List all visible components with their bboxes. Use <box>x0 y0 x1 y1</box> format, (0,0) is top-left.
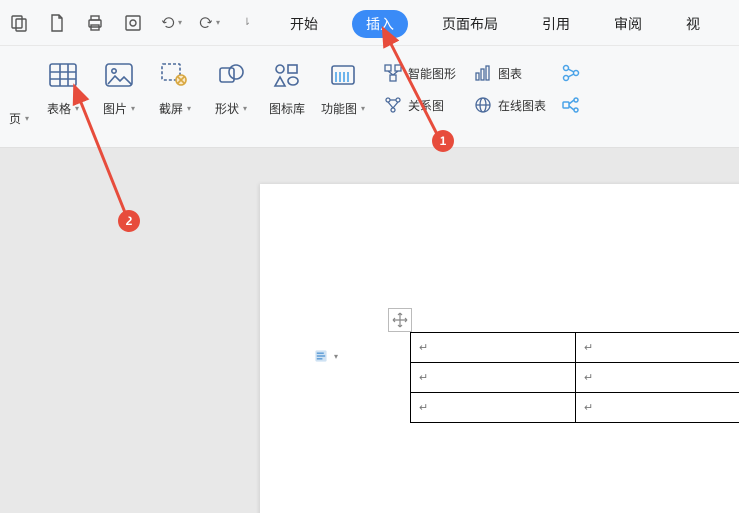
paragraph-control-icon[interactable]: ▾ <box>314 344 338 368</box>
table-cell[interactable]: ↵ <box>411 333 576 363</box>
annotation-badge-2: 2 <box>118 210 140 232</box>
smartart-icon <box>384 64 402 82</box>
flowchart-icon <box>562 64 580 82</box>
annotation-badge-1: 1 <box>432 130 454 152</box>
smartart-button[interactable]: 智能图形 <box>380 62 460 84</box>
table-cell[interactable]: ↵ <box>576 363 739 393</box>
undo-icon[interactable]: ▾ <box>160 12 182 34</box>
copy-icon[interactable] <box>8 12 30 34</box>
table-cell[interactable]: ↵ <box>576 393 739 423</box>
flowchart-button[interactable] <box>558 62 584 84</box>
relation-button[interactable]: 关系图 <box>380 94 460 116</box>
main-menu-tabs: 开始 插入 页面布局 引用 审阅 视 <box>280 10 710 38</box>
document-icon[interactable] <box>46 12 68 34</box>
picture-button[interactable]: 图片▾ <box>92 58 146 117</box>
tab-review[interactable]: 审阅 <box>604 10 652 38</box>
ribbon-insert: 页▾ 表格▾ 图片▾ 截屏▾ 形状▾ <box>0 46 739 127</box>
relation-label: 关系图 <box>408 97 444 114</box>
table-row[interactable]: ↵ ↵ <box>411 393 739 423</box>
mindmap-icon <box>562 96 580 114</box>
table-cell[interactable]: ↵ <box>576 333 739 363</box>
redo-icon[interactable]: ▾ <box>198 12 220 34</box>
shape-label: 形状 <box>215 100 239 117</box>
picture-label: 图片 <box>103 100 127 117</box>
table-row[interactable]: ↵ ↵ <box>411 363 739 393</box>
onlinechart-button[interactable]: 在线图表 <box>470 94 550 116</box>
chart-icon <box>474 64 492 82</box>
print-icon[interactable] <box>84 12 106 34</box>
onlinechart-label: 在线图表 <box>498 97 546 114</box>
document-page[interactable]: ▾ ↵ ↵ ↵ ↵ ↵ ↵ <box>260 184 739 513</box>
chart-label: 图表 <box>498 65 522 82</box>
table-label: 表格 <box>47 100 71 117</box>
table-button[interactable]: 表格▾ <box>36 58 90 117</box>
tab-layout[interactable]: 页面布局 <box>432 10 508 38</box>
table-move-handle[interactable] <box>388 308 412 332</box>
document-canvas: ▾ ↵ ↵ ↵ ↵ ↵ ↵ <box>0 148 739 513</box>
chart-button[interactable]: 图表 <box>470 62 550 84</box>
smartart-label: 智能图形 <box>408 65 456 82</box>
iconlib-button[interactable]: 图标库 <box>260 58 314 117</box>
tab-reference[interactable]: 引用 <box>532 10 580 38</box>
onlinechart-icon <box>474 96 492 114</box>
funcimg-label: 功能图 <box>321 100 357 117</box>
side-tab[interactable]: 页▾ <box>4 58 34 127</box>
preview-icon[interactable] <box>122 12 144 34</box>
iconlib-label: 图标库 <box>269 100 305 117</box>
shape-icon <box>214 58 248 92</box>
shape-button[interactable]: 形状▾ <box>204 58 258 117</box>
table-row[interactable]: ↵ ↵ <box>411 333 739 363</box>
overflow-icon[interactable]: ⇂ <box>236 12 258 34</box>
tab-insert[interactable]: 插入 <box>352 10 408 38</box>
funcimg-icon <box>326 58 360 92</box>
tab-start[interactable]: 开始 <box>280 10 328 38</box>
table-cell[interactable]: ↵ <box>411 363 576 393</box>
screenshot-label: 截屏 <box>159 100 183 117</box>
picture-icon <box>102 58 136 92</box>
toolbar-area: ▾ ▾ ⇂ 开始 插入 页面布局 引用 审阅 视 页▾ 表格▾ 图片▾ <box>0 0 739 148</box>
iconlib-icon <box>270 58 304 92</box>
inserted-table[interactable]: ↵ ↵ ↵ ↵ ↵ ↵ <box>410 332 739 423</box>
side-tab-label: 页 <box>9 110 21 127</box>
tab-view[interactable]: 视 <box>676 10 710 38</box>
funcimg-button[interactable]: 功能图▾ <box>316 58 370 117</box>
screenshot-icon <box>158 58 192 92</box>
mindmap-button[interactable] <box>558 94 584 116</box>
table-cell[interactable]: ↵ <box>411 393 576 423</box>
relation-icon <box>384 96 402 114</box>
table-icon <box>46 58 80 92</box>
screenshot-button[interactable]: 截屏▾ <box>148 58 202 117</box>
